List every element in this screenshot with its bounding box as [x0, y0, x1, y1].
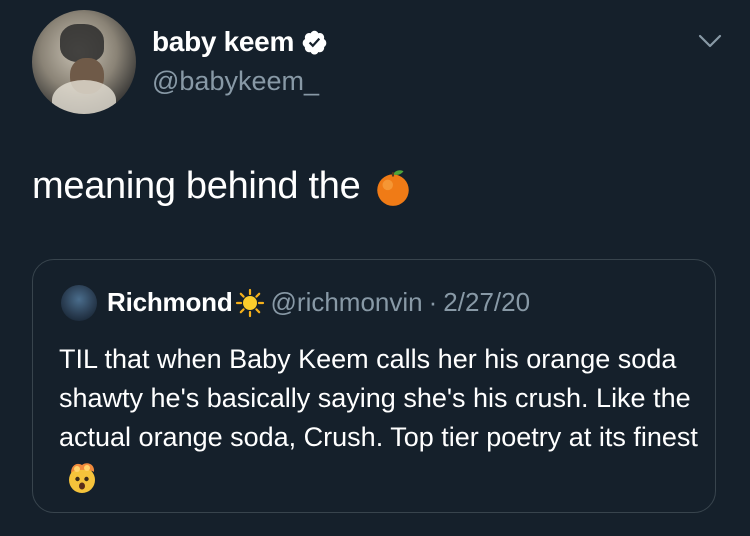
sun-emoji-icon	[235, 288, 264, 317]
verified-badge-icon	[302, 30, 327, 55]
quoted-tweet-card[interactable]: Richmond @richmonvin · 2/27/20 TIL that …	[32, 259, 716, 513]
author-name-row[interactable]: baby keem	[152, 26, 328, 58]
quoted-tweet-header: Richmond @richmonvin · 2/27/20	[107, 287, 530, 318]
author-handle[interactable]: @babykeem_	[152, 66, 319, 97]
author-display-name[interactable]: baby keem	[152, 26, 294, 58]
author-avatar[interactable]	[32, 10, 136, 114]
quoted-tweet-body: TIL that when Baby Keem calls her his or…	[59, 340, 699, 496]
tweet-text-content: meaning behind the	[32, 165, 361, 207]
exploding-head-emoji-icon	[69, 463, 95, 493]
quoted-author-avatar[interactable]	[61, 285, 97, 321]
orange-emoji-icon	[377, 169, 410, 206]
chevron-down-icon[interactable]	[697, 32, 723, 50]
quoted-author-handle[interactable]: @richmonvin	[271, 287, 423, 318]
tweet-text: meaning behind the	[32, 165, 414, 208]
quoted-tweet-text: TIL that when Baby Keem calls her his or…	[59, 344, 698, 452]
separator-dot: ·	[428, 287, 438, 317]
quoted-author-name[interactable]: Richmond	[107, 287, 233, 318]
quoted-tweet-date[interactable]: 2/27/20	[443, 287, 530, 318]
